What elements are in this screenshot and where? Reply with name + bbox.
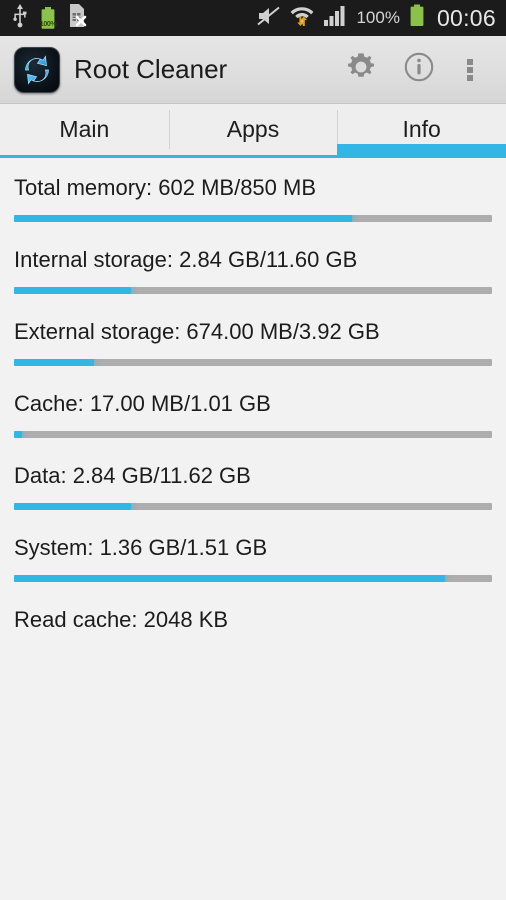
info-row-label: Internal storage: 2.84 GB/11.60 GB [14, 247, 358, 272]
action-bar-actions [332, 41, 492, 99]
more-vertical-icon [467, 57, 473, 83]
info-row-progress-track [14, 575, 492, 582]
info-row-progress-fill [14, 431, 22, 438]
info-row: Internal storage: 2.84 GB/11.60 GB [0, 246, 506, 294]
info-row: Cache: 17.00 MB/1.01 GB [0, 390, 506, 438]
tab-main[interactable]: Main [0, 104, 169, 155]
info-row-label: External storage: 674.00 MB/3.92 GB [14, 319, 380, 344]
info-row-progress-fill [14, 287, 132, 294]
battery-icon: 100% [39, 6, 57, 30]
mute-icon [257, 5, 281, 32]
info-row: External storage: 674.00 MB/3.92 GB [0, 318, 506, 366]
battery-level-label: 100% [39, 21, 57, 28]
tab-main-label: Main [59, 116, 110, 142]
signal-icon [323, 5, 347, 32]
info-row-progress-fill [14, 215, 353, 222]
battery-percent-label: 100% [356, 8, 400, 27]
no-sim-card-icon [68, 4, 87, 32]
page-title: Root Cleaner [74, 54, 228, 84]
info-row-progress-track [14, 359, 492, 366]
info-row-label: Read cache: 2048 KB [14, 607, 229, 632]
info-circle-icon [402, 50, 436, 89]
status-bar-left: 100% [12, 3, 87, 33]
gear-icon [344, 50, 378, 89]
tab-bar: Main Apps Info [0, 104, 506, 158]
info-row-progress-track [14, 215, 492, 222]
info-row-label: Cache: 17.00 MB/1.01 GB [14, 391, 271, 416]
root-cleaner-refresh-icon [14, 46, 60, 93]
info-list: Total memory: 602 MB/850 MB Internal stor… [0, 158, 506, 900]
tab-info-label: Info [402, 116, 441, 142]
settings-button[interactable] [332, 41, 390, 99]
info-row-progress-fill [14, 359, 95, 366]
info-row-progress-fill [14, 503, 131, 510]
info-button[interactable] [390, 41, 448, 99]
action-bar: Root Cleaner [0, 36, 506, 104]
info-row: System: 1.36 GB/1.51 GB [0, 534, 506, 582]
info-row: Total memory: 602 MB/850 MB [0, 174, 506, 222]
clock-label: 00:06 [436, 4, 496, 31]
info-row-progress-track [14, 287, 492, 294]
phone-screen: 100% 100% 00:06 Root Cleaner Main Apps I… [0, 0, 506, 900]
tab-apps-label: Apps [226, 116, 280, 142]
info-row: Data: 2.84 GB/11.62 GB [0, 462, 506, 510]
tab-info[interactable]: Info [337, 104, 506, 158]
info-row-progress-fill [14, 575, 445, 582]
status-bar-right: 100% 00:06 [257, 4, 496, 32]
overflow-button[interactable] [448, 41, 492, 99]
info-row-label: Data: 2.84 GB/11.62 GB [14, 463, 251, 488]
info-row-label: System: 1.36 GB/1.51 GB [14, 535, 268, 560]
info-row-label: Total memory: 602 MB/850 MB [14, 175, 317, 200]
info-row: Read cache: 2048 KB [0, 606, 506, 634]
wifi-icon [290, 4, 314, 32]
status-bar: 100% 100% 00:06 [0, 0, 506, 36]
info-row-progress-track [14, 503, 492, 510]
usb-icon [12, 3, 28, 33]
battery-status-icon [409, 4, 425, 32]
tab-apps[interactable]: Apps [168, 104, 338, 155]
info-row-progress-track [14, 431, 492, 438]
